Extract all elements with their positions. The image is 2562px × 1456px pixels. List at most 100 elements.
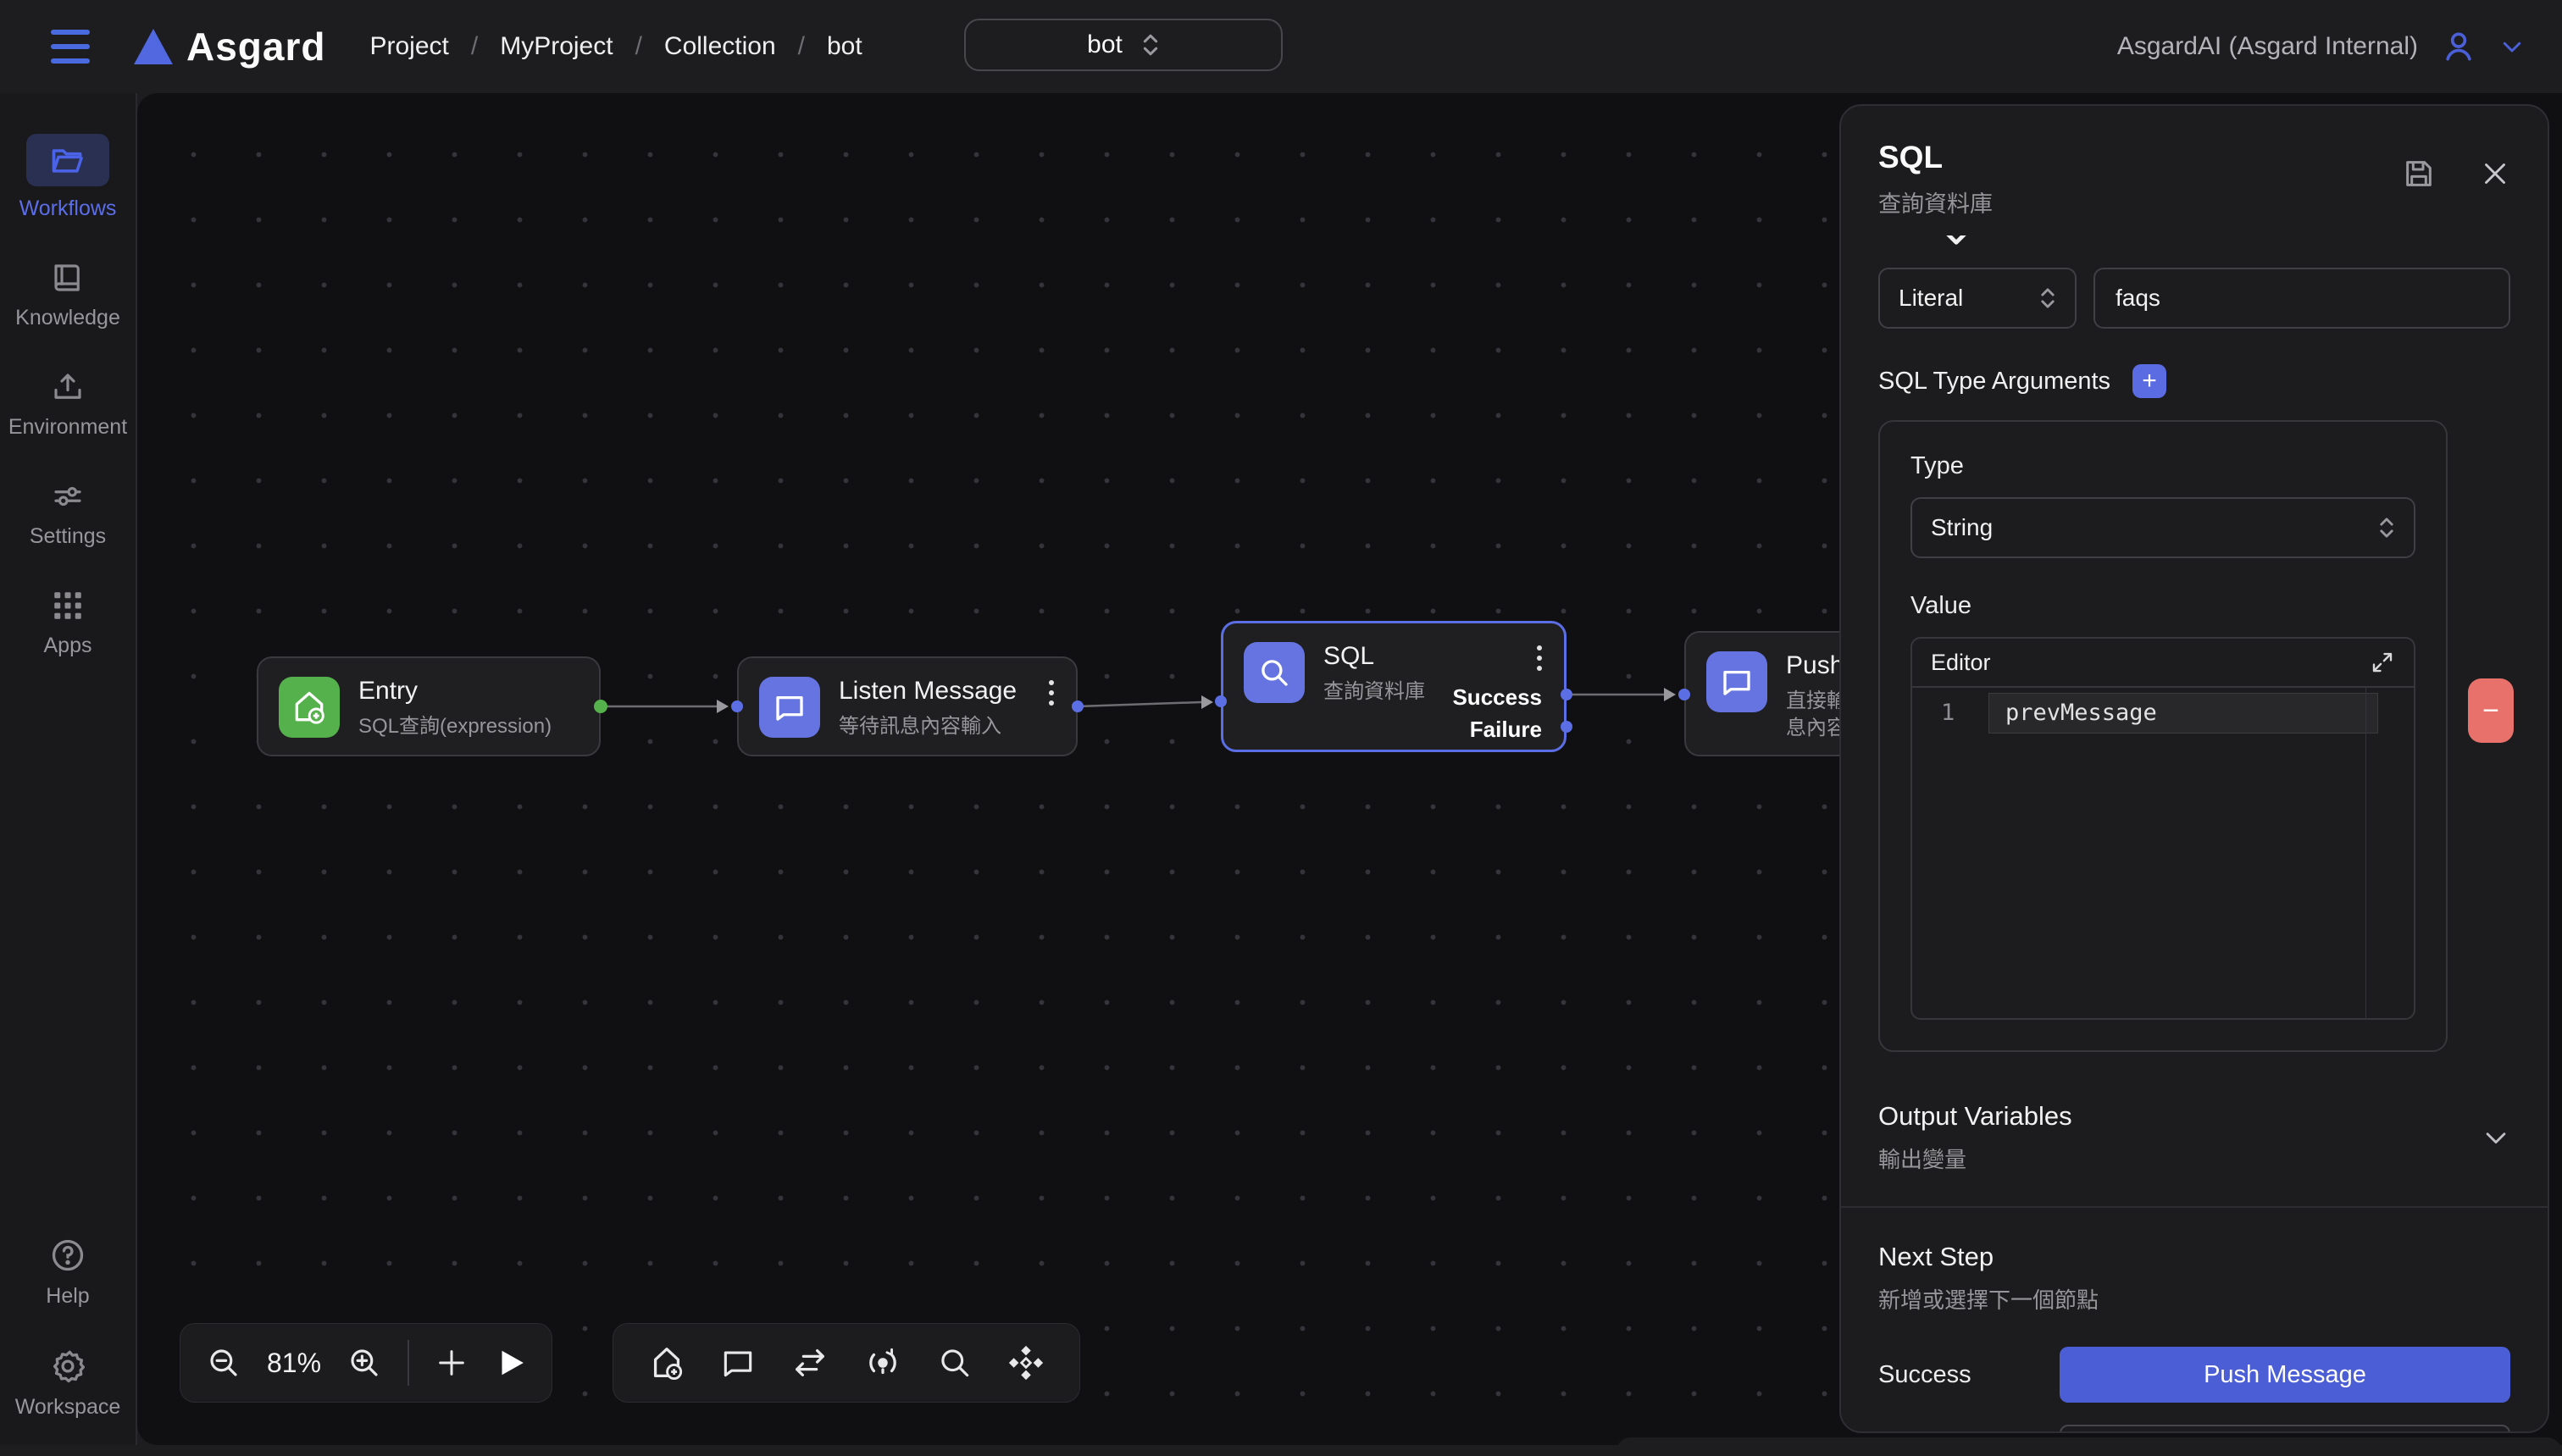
bulb-rotate-icon[interactable] [863,1343,902,1382]
sidebar-item-workflows[interactable]: Workflows [19,134,117,221]
sidebar-item-help[interactable]: Help [46,1237,89,1309]
grid-icon [50,588,86,623]
value-label: Value [1910,592,2415,620]
chevrons-updown-icon [1141,32,1160,58]
arguments-label: SQL Type Arguments [1878,368,2110,396]
next-step-subtitle: 新增或選擇下一個節點 [1878,1283,2099,1315]
run-play-icon[interactable] [494,1347,526,1379]
add-node-icon[interactable] [435,1346,469,1380]
bottom-dock-peek [1616,1437,2562,1456]
section-divider [1841,1206,2548,1208]
magnifier-icon [1244,642,1305,703]
brand: Asgard [134,24,325,69]
node-title: Listen Message [839,677,1017,706]
node-subtitle: 等待訊息內容輸入 [839,713,1017,740]
chevrons-updown-icon [2039,286,2056,310]
save-icon[interactable] [2402,157,2436,191]
chat-bubble-icon [759,677,820,738]
breadcrumb-item[interactable]: Project [369,32,448,61]
sidebar-item-workspace[interactable]: Workspace [15,1348,121,1420]
swap-arrows-icon[interactable] [790,1343,829,1382]
workflow-selector-value: bot [1087,30,1123,59]
type-label: Type [1910,452,2415,480]
breadcrumb-item[interactable]: MyProject [500,32,613,61]
editor-body[interactable]: 1 prevMessage [1912,688,2414,1018]
type-select-value: String [1931,514,1993,541]
node-sql[interactable]: SQL 查詢資料庫 Success Failure [1221,621,1567,752]
argument-card: Type String Value Editor [1878,420,2448,1052]
key-type-select[interactable]: Literal [1878,268,2077,329]
output-variables-subtitle: 輸出變量 [1878,1143,2072,1174]
editor-title: Editor [1931,650,1991,676]
asgard-logo-icon [134,29,173,64]
brand-title: Asgard [186,24,325,69]
panel-subtitle: 查詢資料庫 [1878,185,1993,219]
code-editor[interactable]: Editor 1 prevMessage [1910,637,2415,1020]
output-port-success[interactable]: Success [1452,684,1542,711]
menu-hamburger-icon[interactable] [51,30,90,64]
next-step-row-failure: Failure + 新增目標節點 [1878,1425,2510,1433]
node-menu-icon[interactable] [1537,645,1542,671]
node-subtitle: SQL查詢(expression) [358,713,552,740]
sidebar-item-knowledge[interactable]: Knowledge [15,260,120,330]
user-icon [2440,28,2477,65]
node-title: SQL [1323,642,1425,671]
chevron-down-icon[interactable] [2482,1123,2510,1152]
chevrons-updown-icon [2378,516,2395,540]
breadcrumb-item[interactable]: Collection [664,32,776,61]
close-icon[interactable] [2480,158,2510,189]
breadcrumb-item[interactable]: bot [827,32,862,61]
account-name: AsgardAI (Asgard Internal) [2117,32,2418,61]
editor-ruler [2365,688,2366,1018]
sidebar-item-environment[interactable]: Environment [8,369,127,440]
node-config-panel: SQL 查詢資料庫 Literal SQL Type Arguments [1839,104,2549,1433]
help-circle-icon [49,1237,86,1274]
next-step-failure-button[interactable]: + 新增目標節點 [2060,1425,2510,1433]
next-step-success-button[interactable]: Push Message [2060,1347,2510,1403]
workflow-selector[interactable]: bot [964,19,1283,71]
next-step-success-label: Success [1878,1361,1971,1389]
editor-line-number: 1 [1941,700,1955,726]
add-argument-button[interactable]: + [2132,364,2166,398]
sliders-icon [50,479,86,514]
upload-icon [50,369,86,405]
output-variables-title: Output Variables [1878,1101,2072,1132]
output-port-failure[interactable]: Failure [1470,717,1542,743]
zoom-in-icon[interactable] [347,1345,382,1381]
breadcrumb: Project / MyProject / Collection / bot [369,32,862,61]
node-listen-message[interactable]: Listen Message 等待訊息內容輸入 [737,656,1078,756]
node-title: Entry [358,677,552,706]
chevron-down-icon[interactable] [2499,34,2525,59]
chat-bubble-icon [1706,651,1767,712]
magnifier-icon[interactable] [936,1344,973,1381]
node-palette-toolbar [613,1323,1080,1403]
clipped-scroll-chevron-icon [1938,235,1975,249]
key-type-select-value: Literal [1899,285,1963,312]
node-subtitle: 查詢資料庫 [1323,678,1425,706]
key-input[interactable] [2093,268,2510,329]
next-step-row-success: Success Push Message [1878,1347,2510,1403]
next-step-section: Next Step 新增或選擇下一個節點 [1878,1242,2510,1315]
account-menu[interactable]: AsgardAI (Asgard Internal) [2117,28,2525,65]
output-variables-section[interactable]: Output Variables 輸出變量 [1878,1101,2510,1174]
folder-icon [26,134,109,186]
book-icon [50,260,86,296]
type-select[interactable]: String [1910,497,2415,558]
top-navbar: Asgard Project / MyProject / Collection … [0,0,2562,93]
sidebar-item-settings[interactable]: Settings [30,479,106,549]
house-plus-icon [279,677,340,738]
sidebar-item-apps[interactable]: Apps [44,588,92,658]
move-diamond-icon[interactable] [1006,1343,1045,1382]
next-step-title: Next Step [1878,1242,2099,1272]
node-entry[interactable]: Entry SQL查詢(expression) [257,656,601,756]
gear-icon [49,1348,86,1385]
zoom-level: 81% [267,1348,321,1379]
house-plus-icon[interactable] [647,1343,686,1382]
remove-argument-button[interactable]: − [2468,678,2514,743]
zoom-out-icon[interactable] [206,1345,241,1381]
expand-icon[interactable] [2370,650,2395,675]
node-menu-icon[interactable] [1049,680,1054,706]
left-sidebar: Workflows Knowledge Environment Settings… [0,93,137,1445]
chat-bubble-icon[interactable] [719,1344,757,1381]
panel-title: SQL [1878,140,1993,175]
